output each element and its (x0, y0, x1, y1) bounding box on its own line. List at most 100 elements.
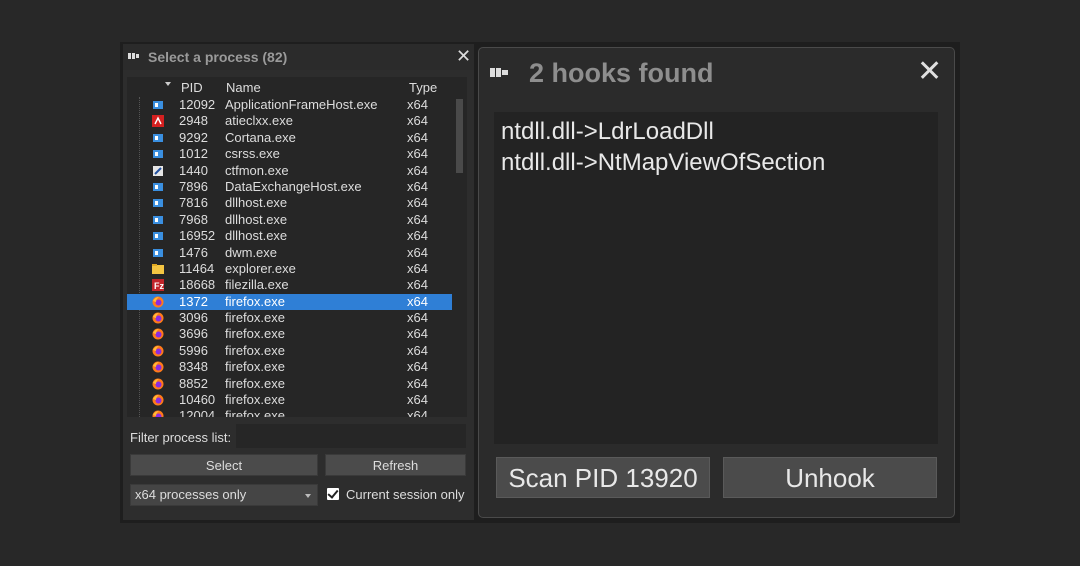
process-row[interactable]: 10460 firefox.exe x64 (127, 392, 452, 408)
process-name: dllhost.exe (225, 211, 288, 227)
scan-pid-button[interactable]: Scan PID 13920 (496, 457, 710, 498)
process-row[interactable]: 11464 explorer.exe x64 (127, 261, 452, 277)
process-name: DataExchangeHost.exe (225, 178, 362, 194)
app-logo-icon (128, 53, 139, 59)
process-pid: 1372 (179, 293, 208, 309)
process-name: ApplicationFrameHost.exe (225, 97, 378, 112)
process-row[interactable]: 3696 firefox.exe x64 (127, 326, 452, 342)
select-process-dialog: Select a process (82) ✕ PID Name Type 12… (123, 44, 474, 520)
filter-input[interactable] (236, 424, 466, 448)
process-row[interactable]: 5996 firefox.exe x64 (127, 343, 452, 359)
process-row[interactable]: 9292 Cortana.exe x64 (127, 130, 452, 146)
process-type: x64 (407, 392, 428, 408)
process-row[interactable]: 2948 atieclxx.exe x64 (127, 113, 452, 129)
firefox-icon (152, 312, 164, 324)
process-name: dllhost.exe (225, 195, 288, 211)
process-type: x64 (407, 113, 428, 129)
process-name: ctfmon.exe (225, 162, 289, 178)
window-icon (152, 214, 164, 226)
process-row[interactable]: 1476 dwm.exe x64 (127, 245, 452, 261)
process-row[interactable]: 1372 firefox.exe x64 (127, 293, 452, 311)
process-row[interactable]: 8348 firefox.exe x64 (127, 359, 452, 375)
list-header: PID Name Type (127, 77, 467, 97)
window-icon (152, 181, 164, 193)
process-name: dllhost.exe (225, 228, 288, 244)
process-row[interactable]: 8852 firefox.exe x64 (127, 376, 452, 392)
close-icon[interactable]: ✕ (917, 56, 942, 88)
select-button[interactable]: Select (130, 454, 318, 476)
process-pid: 12004 (179, 408, 216, 417)
process-name: dwm.exe (225, 244, 278, 260)
process-name: firefox.exe (225, 326, 285, 342)
process-pid: 2948 (179, 113, 208, 129)
architecture-filter-value: x64 processes only (135, 487, 247, 502)
firefox-icon (152, 296, 164, 308)
process-type: x64 (407, 342, 428, 358)
column-header-type[interactable]: Type (409, 80, 437, 95)
current-session-label[interactable]: Current session only (346, 487, 465, 502)
process-pid: 12092 (179, 97, 216, 112)
process-pid: 8852 (179, 375, 208, 391)
firefox-icon (152, 345, 164, 357)
process-rows: 12092 ApplicationFrameHost.exe x64 2948 atie… (127, 97, 452, 417)
process-name: firefox.exe (225, 392, 285, 408)
process-type: x64 (407, 244, 428, 260)
column-header-pid[interactable]: PID (181, 80, 203, 95)
process-row[interactable]: 1440 ctfmon.exe x64 (127, 163, 452, 179)
process-row[interactable]: Fz 18668 filezilla.exe x64 (127, 277, 452, 293)
scrollbar-thumb[interactable] (456, 99, 463, 173)
hooks-list[interactable]: ntdll.dll->LdrLoadDll ntdll.dll->NtMapVi… (494, 112, 938, 444)
process-pid: 5996 (179, 342, 208, 358)
process-name: firefox.exe (225, 408, 285, 417)
process-name: Cortana.exe (225, 129, 296, 145)
process-row[interactable]: 12092 ApplicationFrameHost.exe x64 (127, 97, 452, 113)
current-session-checkbox[interactable] (327, 488, 339, 500)
process-pid: 3096 (179, 310, 208, 326)
window-icon (152, 230, 164, 242)
firefox-icon (152, 328, 164, 340)
process-row[interactable]: 7816 dllhost.exe x64 (127, 195, 452, 211)
process-name: atieclxx.exe (225, 113, 293, 129)
process-type: x64 (407, 97, 428, 112)
process-type: x64 (407, 408, 428, 417)
filter-label: Filter process list: (130, 430, 232, 445)
vertical-scrollbar[interactable] (454, 97, 467, 417)
firefox-icon (152, 361, 164, 373)
process-name: firefox.exe (225, 310, 285, 326)
process-name: firefox.exe (225, 293, 285, 309)
filezilla-icon: Fz (152, 279, 164, 292)
architecture-filter-select[interactable]: x64 processes only (130, 484, 318, 506)
unhook-button[interactable]: Unhook (723, 457, 937, 498)
column-header-name[interactable]: Name (226, 80, 261, 95)
process-pid: 10460 (179, 392, 216, 408)
process-type: x64 (407, 211, 428, 227)
process-row[interactable]: 16952 dllhost.exe x64 (127, 228, 452, 244)
window-icon (152, 247, 164, 259)
process-name: firefox.exe (225, 359, 285, 375)
process-row[interactable]: 12004 firefox.exe x64 (127, 408, 452, 417)
process-name: csrss.exe (225, 146, 280, 162)
process-list[interactable]: PID Name Type 12092 ApplicationFrameHost.… (127, 77, 467, 417)
folder-icon (152, 263, 164, 275)
close-icon[interactable]: ✕ (456, 46, 471, 66)
refresh-button[interactable]: Refresh (325, 454, 466, 476)
process-row[interactable]: 3096 firefox.exe x64 (127, 310, 452, 326)
process-pid: 11464 (179, 260, 215, 276)
process-row[interactable]: 1012 csrss.exe x64 (127, 146, 452, 162)
process-pid: 18668 (179, 277, 216, 293)
process-pid: 3696 (179, 326, 208, 342)
process-pid: 7816 (179, 195, 208, 211)
process-row[interactable]: 7896 DataExchangeHost.exe x64 (127, 179, 452, 195)
process-pid: 7896 (179, 178, 208, 194)
process-pid: 1476 (179, 244, 208, 260)
process-type: x64 (407, 178, 428, 194)
pen-icon (152, 165, 164, 177)
dialog-titlebar[interactable]: Select a process (82) ✕ (123, 44, 474, 70)
hook-entry: ntdll.dll->LdrLoadDll (501, 118, 714, 145)
firefox-icon (152, 394, 164, 406)
process-type: x64 (407, 162, 428, 178)
window-icon (152, 132, 164, 144)
process-name: firefox.exe (225, 342, 285, 358)
process-row[interactable]: 7968 dllhost.exe x64 (127, 212, 452, 228)
window-icon (152, 99, 164, 111)
